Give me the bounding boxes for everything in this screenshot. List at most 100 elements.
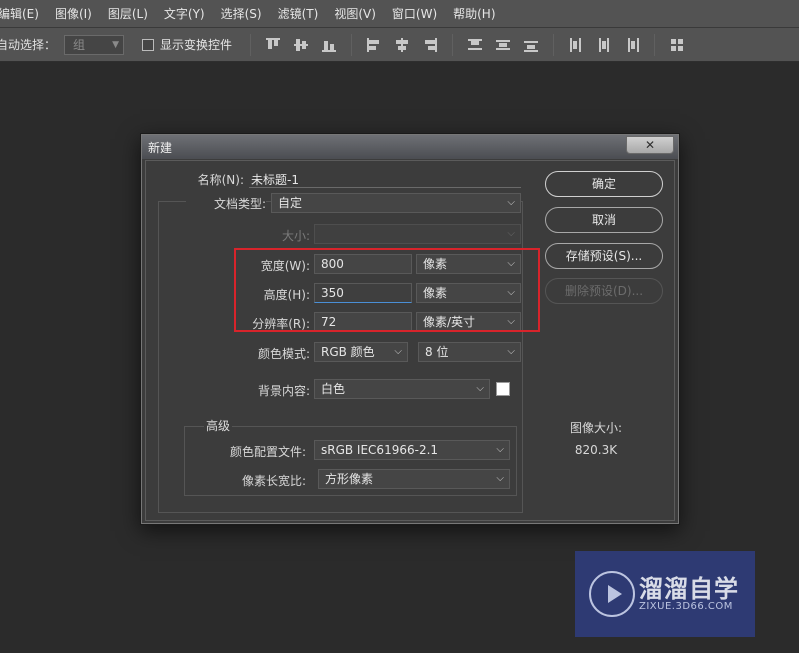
chevron-down-icon: ⌵ xyxy=(507,316,515,327)
height-unit-value: 像素 xyxy=(423,286,448,300)
distribute-vertical-center-icon[interactable] xyxy=(495,37,511,53)
close-button[interactable]: ✕ xyxy=(626,136,674,154)
width-unit-select[interactable]: 像素 ⌵ xyxy=(416,254,521,274)
name-underline xyxy=(249,187,521,188)
watermark-url: ZIXUE.3D66.COM xyxy=(639,601,733,612)
menu-edit[interactable]: 编辑(E) xyxy=(0,5,47,22)
chevron-down-icon: ⌵ xyxy=(507,287,515,298)
chevron-down-icon: ⌵ xyxy=(507,258,515,269)
resolution-input[interactable]: 72 xyxy=(314,312,412,332)
background-label: 背景内容: xyxy=(257,384,310,398)
show-transform-label: 显示变换控件 xyxy=(160,38,233,52)
width-unit-value: 像素 xyxy=(423,257,448,271)
toolbar-separator xyxy=(351,33,353,56)
pixel-aspect-value: 方形像素 xyxy=(325,472,374,486)
distribute-left-icon[interactable] xyxy=(568,37,584,53)
menu-window[interactable]: 窗口(W) xyxy=(384,5,445,22)
align-top-icon[interactable] xyxy=(265,37,281,53)
resolution-value: 72 xyxy=(321,315,337,329)
align-right-icon[interactable] xyxy=(422,37,438,53)
background-value: 白色 xyxy=(321,382,346,396)
menu-type[interactable]: 文字(Y) xyxy=(156,5,213,22)
chevron-down-icon: ⌵ xyxy=(394,346,402,357)
chevron-down-icon: ⌵ xyxy=(507,346,515,357)
menu-bar: 编辑(E) 图像(I) 图层(L) 文字(Y) 选择(S) 滤镜(T) 视图(V… xyxy=(0,0,799,28)
bit-depth-value: 8 位 xyxy=(425,345,449,359)
color-mode-value: RGB 颜色 xyxy=(321,345,375,359)
background-color-swatch[interactable] xyxy=(496,382,510,396)
menu-filter[interactable]: 滤镜(T) xyxy=(270,5,327,22)
image-size-label: 图像大小: xyxy=(569,421,623,435)
size-label: 大小: xyxy=(281,229,310,243)
distribute-bottom-icon[interactable] xyxy=(523,37,539,53)
doc-type-label: 文档类型: xyxy=(186,195,266,212)
height-label: 高度(H): xyxy=(263,288,310,302)
show-transform-checkbox[interactable] xyxy=(142,38,155,51)
height-value: 350 xyxy=(321,286,344,300)
color-profile-select[interactable]: sRGB IEC61966-2.1 ⌵ xyxy=(314,440,510,460)
toolbar-separator xyxy=(452,33,454,56)
delete-preset-button: 删除预设(D)... xyxy=(545,278,663,304)
save-preset-button[interactable]: 存储预设(S)... xyxy=(545,243,663,269)
toolbar-separator xyxy=(553,33,555,56)
color-profile-value: sRGB IEC61966-2.1 xyxy=(321,443,439,457)
menu-image[interactable]: 图像(I) xyxy=(47,5,100,22)
pixel-aspect-label: 像素长宽比: xyxy=(241,474,306,488)
width-input[interactable]: 800 xyxy=(314,254,412,274)
distribute-top-icon[interactable] xyxy=(467,37,483,53)
color-profile-label: 颜色配置文件: xyxy=(229,445,306,459)
align-vertical-center-icon[interactable] xyxy=(293,37,309,53)
resolution-unit-value: 像素/英寸 xyxy=(423,315,476,329)
pixel-aspect-select[interactable]: 方形像素 ⌵ xyxy=(318,469,510,489)
chevron-down-icon: ⌵ xyxy=(476,383,484,394)
cancel-button[interactable]: 取消 xyxy=(545,207,663,233)
menu-select[interactable]: 选择(S) xyxy=(213,5,270,22)
distribute-right-icon[interactable] xyxy=(624,37,640,53)
name-input[interactable]: 未标题-1 xyxy=(251,171,299,188)
advanced-title[interactable]: 高级 xyxy=(204,417,233,434)
width-label: 宽度(W): xyxy=(260,259,310,273)
toolbar-separator xyxy=(250,33,252,56)
options-bar: 自动选择： 组 ▼ 显示变换控件 xyxy=(0,28,799,62)
play-logo-icon xyxy=(589,571,635,617)
menu-view[interactable]: 视图(V) xyxy=(326,5,384,22)
menu-help[interactable]: 帮助(H) xyxy=(445,5,503,22)
close-icon: ✕ xyxy=(644,138,656,152)
auto-select-dropdown[interactable]: 组 ▼ xyxy=(64,34,125,55)
doc-type-value: 自定 xyxy=(278,196,303,210)
background-select[interactable]: 白色 ⌵ xyxy=(314,379,490,399)
new-document-dialog: 新建 ✕ 名称(N): 未标题-1 文档类型: 自定 ⌵ 大小: ⌵ 宽度(W)… xyxy=(140,133,680,525)
dialog-title: 新建 xyxy=(148,141,173,155)
color-mode-select[interactable]: RGB 颜色 ⌵ xyxy=(314,342,408,362)
chevron-down-icon: ▼ xyxy=(112,39,120,50)
image-size-value: 820.3K xyxy=(574,443,618,457)
distribute-horizontal-center-icon[interactable] xyxy=(596,37,612,53)
color-mode-label: 颜色模式: xyxy=(257,347,310,361)
auto-select-value: 组 xyxy=(73,37,86,52)
auto-align-layers-icon[interactable] xyxy=(669,37,685,53)
dialog-titlebar[interactable]: 新建 ✕ xyxy=(142,135,678,159)
resolution-unit-select[interactable]: 像素/英寸 ⌵ xyxy=(416,312,521,332)
ok-button[interactable]: 确定 xyxy=(545,171,663,197)
chevron-down-icon: ⌵ xyxy=(496,473,504,484)
watermark-brand: 溜溜自学 xyxy=(639,575,739,603)
size-select[interactable]: ⌵ xyxy=(314,224,521,244)
width-value: 800 xyxy=(321,257,344,271)
chevron-down-icon: ⌵ xyxy=(507,197,515,208)
height-unit-select[interactable]: 像素 ⌵ xyxy=(416,283,521,303)
height-input[interactable]: 350 xyxy=(314,283,412,303)
name-label: 名称(N): xyxy=(197,173,244,187)
watermark-badge: 溜溜自学 ZIXUE.3D66.COM xyxy=(575,551,755,637)
auto-select-label: 自动选择： xyxy=(0,38,57,52)
align-bottom-icon[interactable] xyxy=(321,37,337,53)
resolution-label: 分辨率(R): xyxy=(252,317,310,331)
menu-layer[interactable]: 图层(L) xyxy=(100,5,156,22)
align-left-icon[interactable] xyxy=(366,37,382,53)
chevron-down-icon: ⌵ xyxy=(507,228,515,239)
dialog-body: 名称(N): 未标题-1 文档类型: 自定 ⌵ 大小: ⌵ 宽度(W): 800… xyxy=(145,160,675,521)
chevron-down-icon: ⌵ xyxy=(496,444,504,455)
doc-type-select[interactable]: 自定 ⌵ xyxy=(271,193,521,213)
align-horizontal-center-icon[interactable] xyxy=(394,37,410,53)
toolbar-separator xyxy=(654,33,656,56)
bit-depth-select[interactable]: 8 位 ⌵ xyxy=(418,342,521,362)
